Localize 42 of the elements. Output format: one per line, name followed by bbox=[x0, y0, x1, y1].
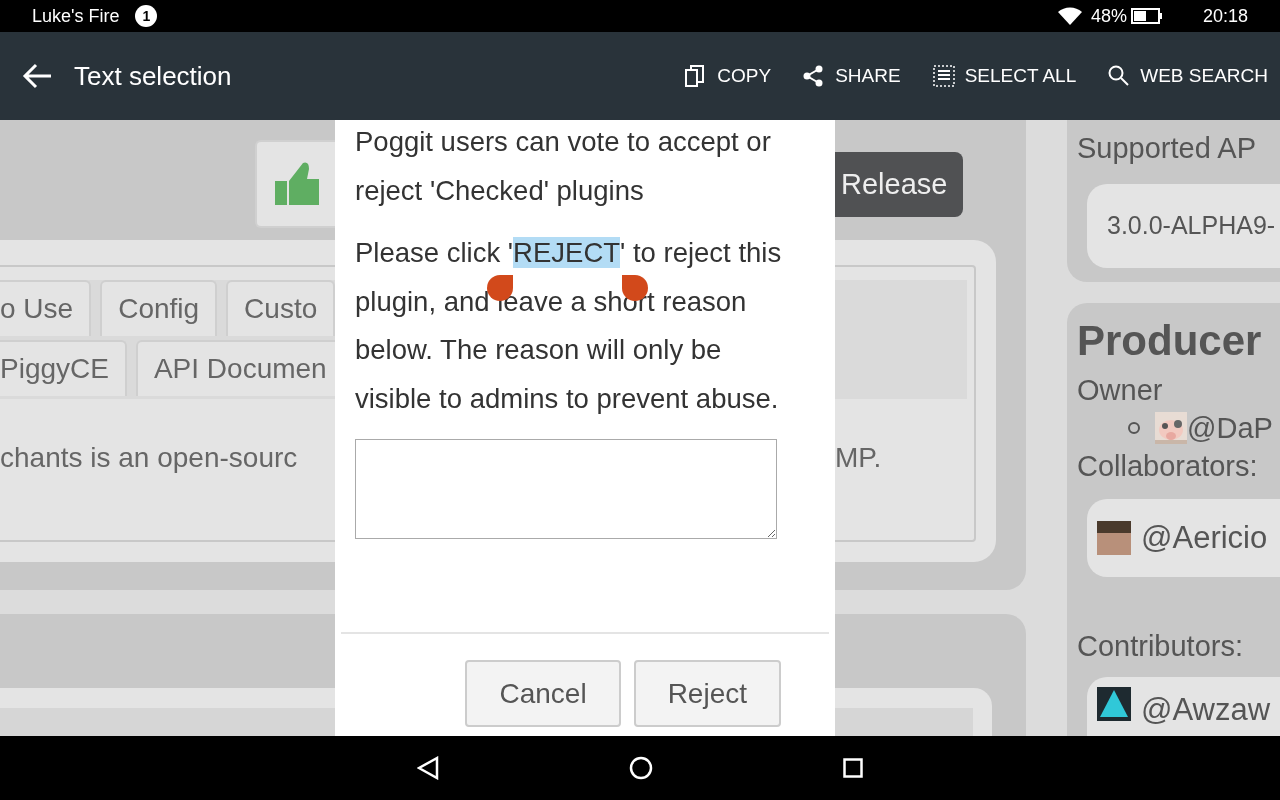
recents-button[interactable] bbox=[843, 758, 863, 778]
wifi-icon bbox=[1056, 6, 1083, 26]
search-icon bbox=[1108, 65, 1131, 87]
share-button[interactable]: SHARE bbox=[803, 61, 901, 91]
collaborators-label: Collaborators: bbox=[1077, 449, 1259, 484]
page-tab[interactable]: Custo bbox=[226, 280, 336, 336]
bullet-icon bbox=[1127, 421, 1141, 435]
battery-percent: 48% bbox=[1090, 4, 1127, 28]
dialog-text: Poggit users can vote to accept or reject 'Checked' plugins bbox=[355, 125, 772, 208]
cancel-button[interactable]: Cancel bbox=[465, 660, 621, 727]
back-icon bbox=[417, 756, 439, 780]
reject-button[interactable]: Reject bbox=[633, 660, 781, 727]
page-tab[interactable]: Config bbox=[100, 280, 218, 336]
owner-name[interactable]: @DaP bbox=[1187, 409, 1273, 447]
section-heading: Producer bbox=[1077, 316, 1263, 366]
back-arrow-icon bbox=[22, 63, 52, 89]
description-text: chants is an open-sourc bbox=[0, 441, 299, 475]
release-button[interactable]: Release bbox=[835, 152, 963, 217]
copy-button[interactable]: COPY bbox=[685, 61, 772, 91]
home-icon bbox=[629, 756, 653, 780]
thumbs-up-button[interactable] bbox=[255, 140, 335, 228]
avatar-icon bbox=[1097, 521, 1131, 555]
clock: 20:18 bbox=[1202, 4, 1248, 28]
recents-icon bbox=[843, 758, 863, 778]
home-button[interactable] bbox=[629, 756, 653, 780]
web-search-button[interactable]: WEB SEARCH bbox=[1108, 61, 1268, 91]
page-tab[interactable]: PiggyCE bbox=[0, 340, 127, 396]
section-title: Supported AP bbox=[1077, 131, 1257, 166]
page-tab[interactable]: o Use bbox=[0, 280, 92, 336]
back-button[interactable] bbox=[417, 756, 439, 780]
contributors-label: Contributors: bbox=[1077, 629, 1244, 664]
reason-field[interactable] bbox=[355, 439, 777, 539]
back-button[interactable] bbox=[22, 63, 52, 89]
device-name: Luke's Fire bbox=[32, 4, 120, 28]
api-version: 3.0.0-ALPHA9- bbox=[1087, 184, 1280, 268]
battery-icon bbox=[1130, 7, 1163, 25]
description-text: MP. bbox=[835, 441, 882, 475]
select-all-button[interactable]: SELECT ALL bbox=[932, 61, 1077, 91]
select-all-icon bbox=[932, 65, 955, 87]
notification-count: 1 bbox=[135, 5, 158, 27]
app-bar-title: Text selection bbox=[74, 59, 232, 93]
owner-label: Owner bbox=[1077, 373, 1164, 408]
